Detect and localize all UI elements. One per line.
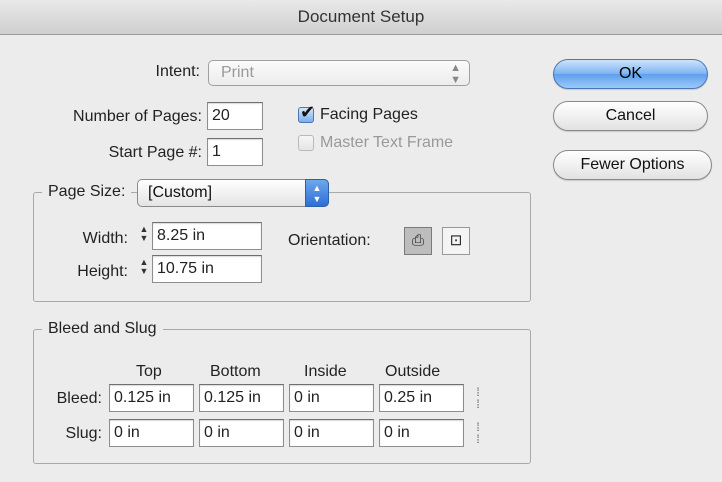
bleed-chain-link-icon[interactable]: ⁞ ⁞ [470, 386, 486, 410]
orientation-label: Orientation: [288, 232, 371, 249]
slug-outside-input[interactable]: 0 in [379, 419, 464, 447]
master-text-frame-label: Master Text Frame [320, 134, 454, 151]
intent-value: Print [221, 64, 254, 81]
width-stepper-icon[interactable]: ▲ ▼ [137, 225, 151, 247]
column-inside: Inside [304, 363, 347, 380]
page-size-label: Page Size: [42, 183, 132, 201]
bleed-top-input[interactable]: 0.125 in [109, 384, 194, 412]
slug-top-input[interactable]: 0 in [109, 419, 194, 447]
page-size-value: [Custom] [148, 184, 213, 201]
ok-button[interactable]: OK [553, 59, 708, 89]
facing-pages-checkbox[interactable]: ✔ [298, 102, 315, 123]
document-setup-dialog: Intent: Print ▲ ▼ Number of Pages: 20 Sta… [0, 35, 722, 482]
bleed-label: Bleed: [56, 390, 102, 407]
portrait-orientation-icon[interactable]: ⎙ [404, 227, 432, 255]
height-label: Height: [77, 263, 128, 280]
start-page-label: Start Page #: [108, 144, 202, 161]
popup-arrows-icon: ▲ ▼ [450, 62, 461, 86]
bleed-and-slug-title: Bleed and Slug [42, 320, 163, 338]
intent-popup[interactable]: Print ▲ ▼ [208, 60, 470, 86]
facing-pages-label: Facing Pages [320, 106, 418, 123]
title-bar: Document Setup [0, 0, 722, 35]
cancel-button[interactable]: Cancel [553, 101, 708, 131]
column-bottom: Bottom [210, 363, 261, 380]
page-size-popup[interactable]: [Custom] ▲ ▼ [137, 179, 329, 207]
column-top: Top [136, 363, 162, 380]
bleed-outside-input[interactable]: 0.25 in [379, 384, 464, 412]
slug-chain-link-icon[interactable]: ⁞ ⁞ [470, 421, 486, 445]
window-title: Document Setup [297, 7, 425, 26]
bleed-bottom-input[interactable]: 0.125 in [199, 384, 284, 412]
slug-bottom-input[interactable]: 0 in [199, 419, 284, 447]
slug-inside-input[interactable]: 0 in [289, 419, 374, 447]
width-label: Width: [82, 230, 128, 247]
fewer-options-button[interactable]: Fewer Options [553, 150, 712, 180]
width-input[interactable]: 8.25 in [152, 222, 262, 250]
intent-label: Intent: [155, 63, 200, 80]
number-of-pages-label: Number of Pages: [73, 108, 202, 125]
height-stepper-icon[interactable]: ▲ ▼ [137, 258, 151, 280]
popup-arrows-icon: ▲ ▼ [305, 179, 329, 207]
landscape-orientation-icon[interactable]: ⊡ [442, 227, 470, 255]
column-outside: Outside [385, 363, 441, 380]
bleed-inside-input[interactable]: 0 in [289, 384, 374, 412]
start-page-input[interactable]: 1 [207, 138, 263, 166]
height-input[interactable]: 10.75 in [152, 255, 262, 283]
number-of-pages-input[interactable]: 20 [207, 102, 263, 130]
checkmark-icon: ✔ [300, 102, 316, 122]
slug-label: Slug: [65, 425, 102, 442]
master-text-frame-checkbox[interactable] [298, 135, 314, 151]
